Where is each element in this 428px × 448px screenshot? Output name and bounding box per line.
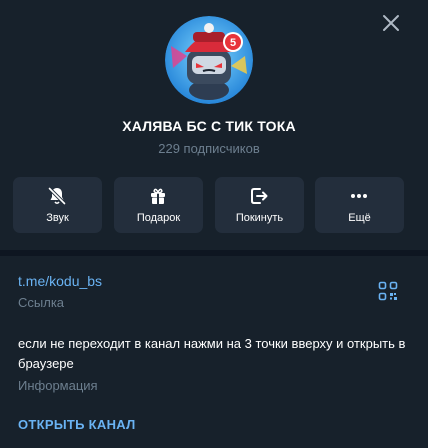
qr-code-icon[interactable] [377,280,399,302]
channel-avatar: 5 [165,16,253,104]
more-button-label: Ещё [348,212,371,224]
gift-button-label: Подарок [136,212,181,224]
more-dots-icon [351,194,367,198]
close-icon[interactable] [380,12,402,34]
avatar-badge: 5 [230,37,236,49]
subscriber-count: 229 подписчиков [158,141,260,156]
action-bar: Звук Подарок Покинуть Ещё [13,177,405,233]
channel-info: t.me/kodu_bs Ссылка если не переходит в … [0,256,428,448]
channel-description: если не переходит в канал нажми на 3 точ… [18,336,406,371]
channel-link[interactable]: t.me/kodu_bs [18,273,102,289]
gift-button[interactable]: Подарок [114,177,203,233]
channel-header: 5 ХАЛЯВА БС С ТИК ТОКА 229 подписчиков З… [0,0,428,250]
open-channel-button[interactable]: ОТКРЫТЬ КАНАЛ [18,417,136,432]
gift-icon [151,188,165,204]
channel-title: ХАЛЯВА БС С ТИК ТОКА [122,118,296,134]
leave-button-label: Покинуть [235,212,284,224]
mute-button[interactable]: Звук [13,177,102,233]
bell-muted-icon [48,187,66,205]
description-caption: Информация [18,378,98,393]
leave-icon [251,188,268,204]
leave-button[interactable]: Покинуть [215,177,304,233]
link-caption: Ссылка [18,295,65,310]
more-button[interactable]: Ещё [315,177,404,233]
mute-button-label: Звук [46,212,69,224]
